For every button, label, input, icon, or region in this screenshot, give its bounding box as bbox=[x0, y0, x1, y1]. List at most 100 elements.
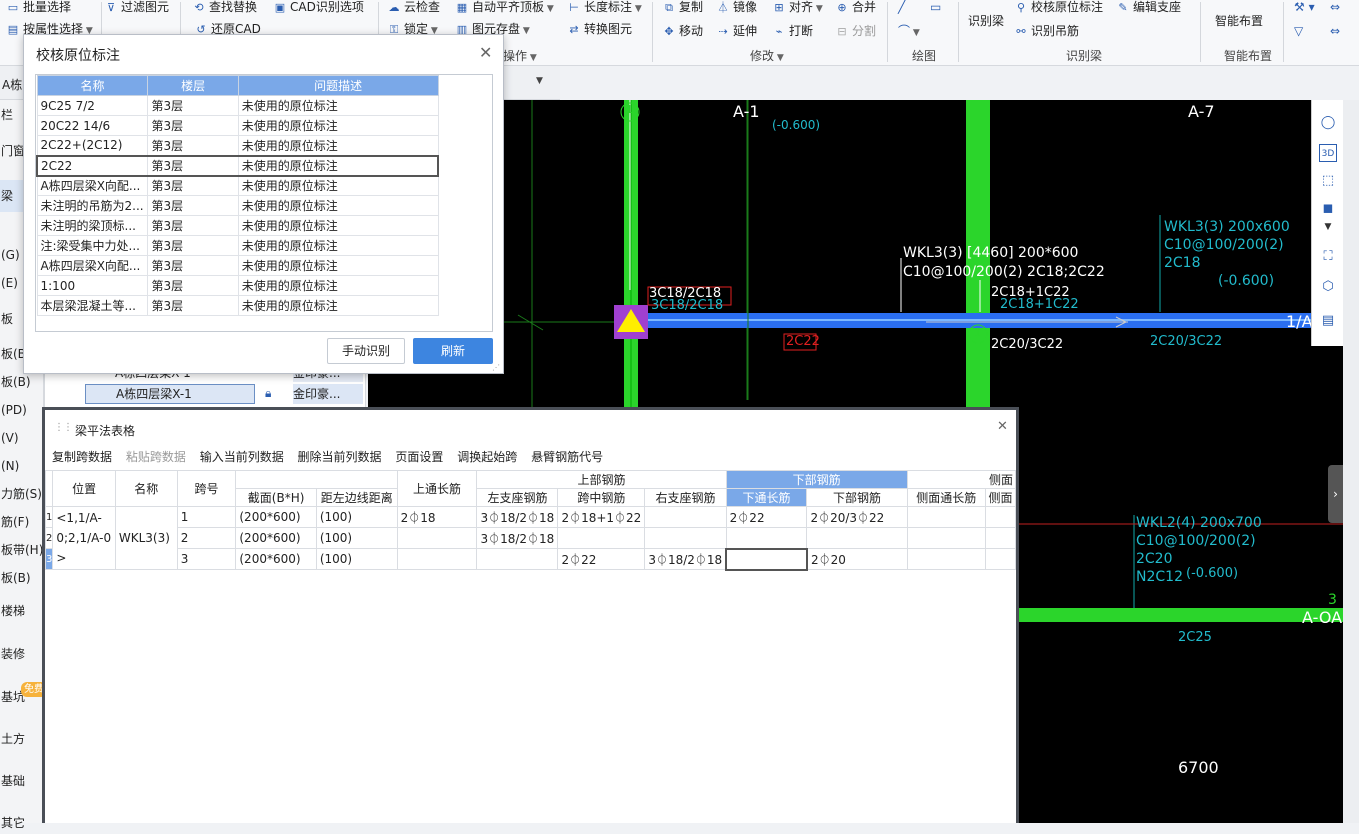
name-cell[interactable]: WKL3(3) bbox=[114, 506, 178, 570]
cube-fill-icon[interactable]: ◼ bbox=[1319, 200, 1337, 218]
table-row[interactable]: A栋四层梁X向配... 第3层 未使用的原位标注 bbox=[36, 255, 439, 276]
table-row[interactable]: 1 <1,1/A-0;2,1/A-0> WKL3(3) 1 (200*600) … bbox=[44, 506, 1017, 570]
tree-item[interactable]: 板(B) bbox=[0, 371, 44, 393]
merge-button[interactable]: ⊕ 合并 bbox=[835, 0, 876, 16]
line-tool-button[interactable]: ╱ bbox=[898, 0, 905, 16]
col-header[interactable]: 问题描述 bbox=[237, 75, 439, 96]
drag-handle-icon[interactable]: ⋮⋮ bbox=[54, 422, 73, 433]
beam-annotation[interactable]: 2C20/3C22 bbox=[991, 337, 1063, 352]
table-row[interactable]: 9C25 7/2 第3层 未使用的原位标注 bbox=[36, 95, 439, 116]
tree-item[interactable]: 筋(F) bbox=[0, 511, 44, 533]
active-cell[interactable] bbox=[725, 547, 808, 571]
cad-options-button[interactable]: ▣ CAD识别选项 bbox=[273, 0, 364, 16]
table-row[interactable]: 注:梁受集中力处... 第3层 未使用的原位标注 bbox=[36, 235, 439, 256]
3d-view-icon[interactable]: 3D bbox=[1319, 144, 1337, 162]
cube-icon[interactable]: ⬚ bbox=[1319, 172, 1337, 190]
recognize-beam-button[interactable]: 识别梁 bbox=[968, 12, 1004, 30]
col-header: 上通长筋 bbox=[396, 470, 478, 507]
recognize-hanger-button[interactable]: ⚯ 识别吊筋 bbox=[1014, 22, 1079, 40]
tab-building[interactable]: A栋 bbox=[2, 76, 22, 93]
table-row-selected[interactable]: 2C22 第3层 未使用的原位标注 bbox=[36, 154, 439, 177]
break-button[interactable]: ⌁ 打断 bbox=[772, 22, 813, 40]
align-button[interactable]: ⊞ 对齐 ▼ bbox=[772, 0, 822, 16]
lock-icon[interactable]: 🔒︎ bbox=[265, 386, 271, 401]
list-item-selected[interactable]: A栋四层梁X-1 bbox=[85, 384, 255, 404]
beam-table-window: ⋮⋮ 梁平法表格 ✕ 复制跨数据 粘贴跨数据 输入当前列数据 删除当前列数据 页… bbox=[42, 407, 1019, 823]
table-row[interactable]: 20C22 14/6 第3层 未使用的原位标注 bbox=[36, 115, 439, 136]
table-row[interactable]: 未注明的梁顶标... 第3层 未使用的原位标注 bbox=[36, 215, 439, 236]
axis-label: A-OA bbox=[1302, 608, 1343, 627]
position-cell[interactable]: <1,1/A-0;2,1/A-0> bbox=[52, 506, 116, 570]
tree-item[interactable]: 板(B) bbox=[0, 567, 44, 589]
convert-elements-button[interactable]: ⇄ 转换图元 bbox=[567, 20, 632, 38]
vertical-scrollbar[interactable] bbox=[1343, 100, 1359, 823]
table-row[interactable]: 1:100 第3层 未使用的原位标注 bbox=[36, 275, 439, 296]
tool-icon-1[interactable]: ⚒ ▾ bbox=[1294, 0, 1315, 16]
box-icon[interactable]: ⬡ bbox=[1319, 278, 1337, 296]
page-setup-button[interactable]: 页面设置 bbox=[395, 448, 443, 465]
tree-item[interactable]: 板带(H) bbox=[0, 539, 44, 561]
cantilever-code-button[interactable]: 悬臂钢筋代号 bbox=[531, 448, 603, 465]
orbit-icon[interactable]: ◯ bbox=[1319, 114, 1337, 132]
copy-button[interactable]: ⧉ 复制 bbox=[662, 0, 703, 16]
panel-expand-handle[interactable]: › bbox=[1328, 465, 1343, 523]
check-annotation-button[interactable]: ⚲ 校核原位标注 bbox=[1014, 0, 1103, 16]
chevron-down-icon[interactable]: ▼ bbox=[536, 76, 543, 86]
beam-annotation: 2C25 bbox=[1178, 630, 1212, 645]
tree-item[interactable]: 其它 bbox=[0, 812, 44, 834]
report-icon[interactable]: ▤ bbox=[1319, 312, 1337, 330]
find-replace-button[interactable]: ⟲ 查找替换 bbox=[192, 0, 257, 16]
chevron-down-icon[interactable]: ▼ bbox=[1319, 218, 1337, 236]
beam-annotation-group: WKL3(3) 200x600 C10@100/200(2) 2C18 (-0.600… bbox=[1164, 219, 1290, 289]
copy-span-button[interactable]: 复制跨数据 bbox=[52, 448, 112, 465]
fit-screen-icon[interactable]: ⛶ bbox=[1319, 248, 1337, 266]
table-row[interactable]: 未注明的吊筋为2... 第3层 未使用的原位标注 bbox=[36, 195, 439, 216]
auto-align-top-button[interactable]: ▦ 自动平齐顶板 ▼ bbox=[455, 0, 554, 16]
length-dim-button[interactable]: ⊢ 长度标注 ▼ bbox=[567, 0, 642, 16]
paste-span-button[interactable]: 粘贴跨数据 bbox=[126, 448, 186, 465]
tool-icon-2[interactable]: ⇔ bbox=[1330, 0, 1340, 16]
input-column-button[interactable]: 输入当前列数据 bbox=[200, 448, 284, 465]
tree-item[interactable]: 楼梯 bbox=[0, 600, 44, 622]
extend-button[interactable]: ⇢ 延伸 bbox=[716, 22, 757, 40]
tool-icon-4[interactable]: ⇔ bbox=[1330, 22, 1340, 40]
edit-support-button[interactable]: ✎ 编辑支座 bbox=[1116, 0, 1181, 16]
rect-tool-button[interactable]: ▭ bbox=[930, 0, 941, 16]
tree-item[interactable]: 基础 bbox=[0, 770, 44, 792]
col-header[interactable]: 名称 bbox=[36, 75, 149, 96]
split-button[interactable]: ⊟ 分割 bbox=[835, 22, 876, 40]
unused-annotation[interactable]: 2C22 bbox=[786, 334, 820, 349]
move-button[interactable]: ✥ 移动 bbox=[662, 22, 703, 40]
col-header[interactable]: 楼层 bbox=[147, 75, 239, 96]
beam-annotation[interactable]: WKL3(3) [4460] 200*600 bbox=[903, 245, 1078, 261]
tool-icon-3[interactable]: ▽ bbox=[1294, 22, 1303, 40]
smart-layout-button[interactable]: 智能布置 bbox=[1215, 12, 1263, 30]
batch-select-button[interactable]: ▭ 批量选择 bbox=[6, 0, 71, 16]
refresh-button[interactable]: 刷新 bbox=[413, 338, 493, 364]
tree-item[interactable]: (PD) bbox=[0, 399, 44, 421]
mirror-button[interactable]: ⏃ 镜像 bbox=[716, 0, 758, 16]
tree-item[interactable]: (N) bbox=[0, 455, 44, 477]
manual-recognize-button[interactable]: 手动识别 bbox=[327, 338, 405, 364]
delete-column-button[interactable]: 删除当前列数据 bbox=[298, 448, 382, 465]
table-row[interactable]: 3 3 (200*600) (100) 2⏀22 3⏀18/2⏀18 2⏀20 bbox=[44, 547, 1017, 571]
close-icon[interactable]: ✕ bbox=[479, 43, 492, 62]
table-row[interactable]: A栋四层梁X向配... 第3层 未使用的原位标注 bbox=[36, 175, 439, 196]
col-header: 位置 bbox=[52, 470, 116, 507]
tree-item[interactable]: 土方 bbox=[0, 728, 44, 750]
arc-tool-button[interactable]: ⌒ ▼ bbox=[898, 22, 920, 40]
beam-annotation: 2C18+1C22 bbox=[1000, 297, 1079, 312]
close-icon[interactable]: ✕ bbox=[997, 419, 1008, 434]
beam-annotation[interactable]: C10@100/200(2) 2C18;2C22 bbox=[903, 264, 1105, 280]
cloud-check-button[interactable]: ☁ 云检查 bbox=[387, 0, 441, 16]
swap-start-span-button[interactable]: 调换起始跨 bbox=[457, 448, 517, 465]
resize-grip-icon[interactable]: ⋰ bbox=[492, 363, 500, 372]
tree-item[interactable]: 力筋(S) bbox=[0, 483, 44, 505]
table-row[interactable]: 2 2 (200*600) (100) 3⏀18/2⏀18 bbox=[44, 527, 1017, 549]
filter-elements-button[interactable]: ⊽ 过滤图元 bbox=[104, 0, 169, 16]
table-row[interactable]: 本层梁混凝土等... 第3层 未使用的原位标注 bbox=[36, 295, 439, 316]
table-row[interactable]: 2C22+(2C12) 第3层 未使用的原位标注 bbox=[36, 135, 439, 156]
tree-item[interactable]: 装修 bbox=[0, 643, 44, 665]
break-icon: ⌁ bbox=[775, 25, 783, 38]
tree-item[interactable]: (V) bbox=[0, 427, 44, 449]
